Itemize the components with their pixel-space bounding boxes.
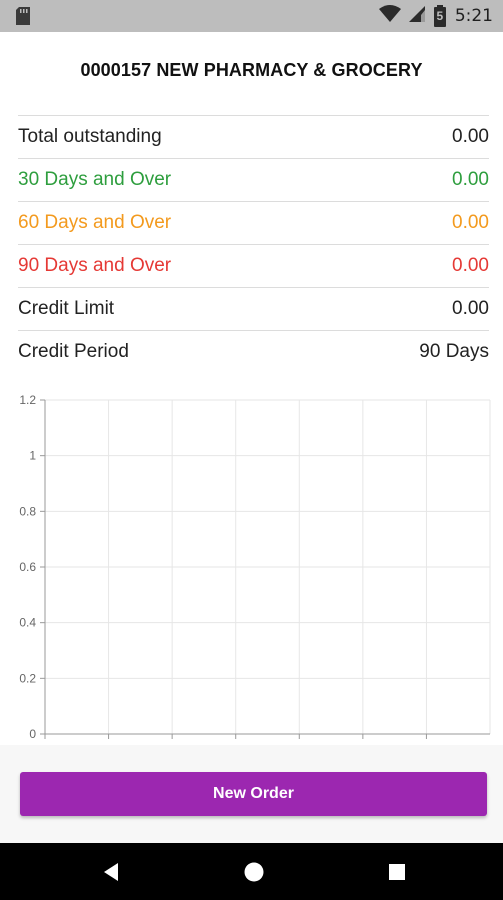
- new-order-button[interactable]: New Order: [20, 772, 487, 816]
- summary-value: 90 Days: [419, 341, 489, 362]
- y-tick-label: 0: [29, 727, 36, 740]
- summary-label: Credit Limit: [18, 298, 115, 319]
- content-area: 0000157 NEW PHARMACY & GROCERY Total out…: [0, 32, 503, 745]
- status-bar: 5 5:21: [0, 0, 503, 32]
- sales-chart: 00.20.40.60.811.2Jan-23Feb-23March-23Apr…: [0, 388, 503, 740]
- summary-row: Total outstanding 0.00: [18, 115, 489, 158]
- summary-value: 0.00: [452, 126, 489, 147]
- battery-level: 5: [436, 9, 444, 23]
- status-icons: 5 5:21: [378, 4, 493, 28]
- y-tick-label: 1: [29, 449, 36, 463]
- summary-value: 0.00: [452, 169, 489, 190]
- summary-row: Credit Limit 0.00: [18, 287, 489, 330]
- summary-row: 90 Days and Over 0.00: [18, 244, 489, 287]
- summary-label: 60 Days and Over: [18, 212, 172, 233]
- summary-row: Credit Period 90 Days: [18, 330, 489, 373]
- sd-card-icon: [14, 6, 32, 26]
- cell-signal-icon: [408, 5, 425, 28]
- clock: 5:21: [454, 6, 493, 26]
- y-tick-label: 0.6: [19, 560, 36, 574]
- home-icon[interactable]: [243, 861, 265, 883]
- y-tick-label: 0.4: [19, 616, 36, 630]
- summary-value: 0.00: [452, 298, 489, 319]
- summary-row: 60 Days and Over 0.00: [18, 201, 489, 244]
- page-title: 0000157 NEW PHARMACY & GROCERY: [80, 60, 423, 80]
- battery-icon: 5: [433, 5, 447, 27]
- recents-icon[interactable]: [386, 861, 408, 883]
- back-icon[interactable]: [100, 861, 122, 883]
- summary-label: 90 Days and Over: [18, 255, 172, 276]
- summary-row: 30 Days and Over 0.00: [18, 158, 489, 201]
- outstanding-summary: Total outstanding 0.00 30 Days and Over 0.0…: [18, 115, 489, 373]
- y-tick-label: 0.8: [19, 504, 36, 518]
- summary-value: 0.00: [452, 255, 489, 276]
- summary-label: Credit Period: [18, 341, 129, 362]
- y-tick-label: 0.2: [19, 671, 36, 685]
- y-tick-label: 1.2: [19, 393, 36, 407]
- summary-label: Total outstanding: [18, 126, 162, 147]
- chart-svg: 00.20.40.60.811.2Jan-23Feb-23March-23Apr…: [19, 393, 491, 740]
- summary-value: 0.00: [452, 212, 489, 233]
- wifi-icon: [378, 4, 401, 28]
- summary-label: 30 Days and Over: [18, 169, 172, 190]
- action-bar: New Order: [0, 745, 503, 843]
- navigation-bar: [0, 843, 503, 900]
